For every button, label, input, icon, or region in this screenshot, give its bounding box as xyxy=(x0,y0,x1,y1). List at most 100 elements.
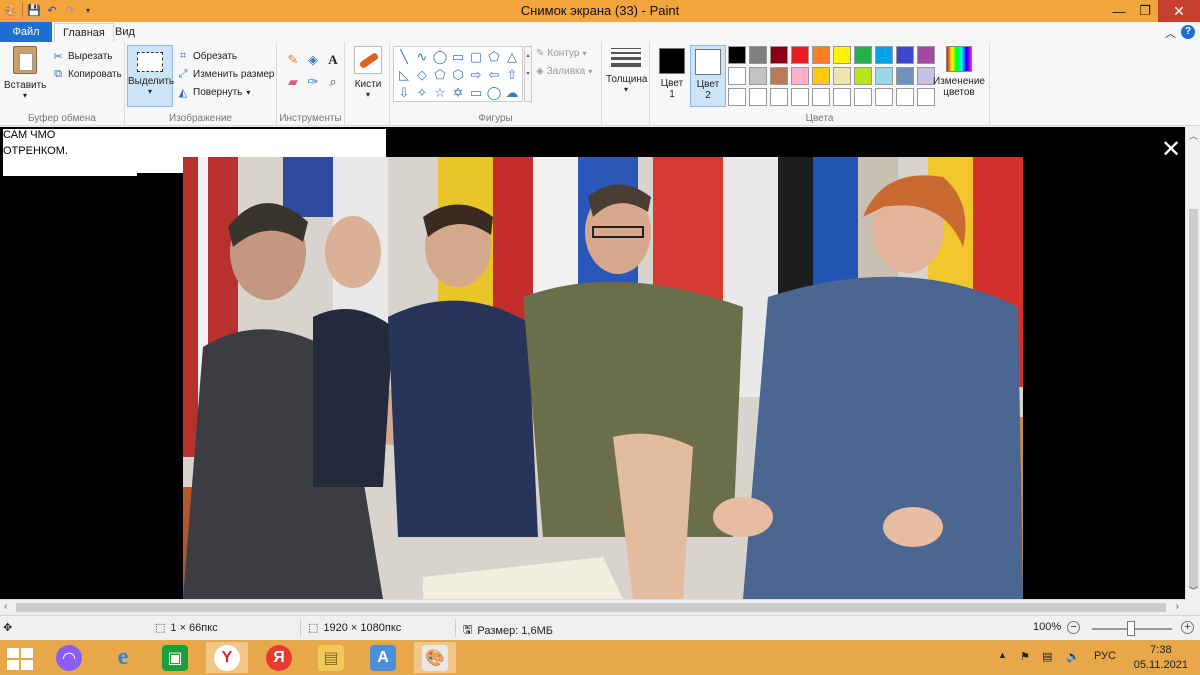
rounded-rectangle-shape-icon[interactable]: ▢ xyxy=(467,48,485,66)
outline-button[interactable]: ✎ Контур ▾ xyxy=(536,48,586,59)
scroll-down-icon[interactable]: ﹀ xyxy=(1186,584,1200,597)
oval-shape-icon[interactable]: ◯ xyxy=(431,48,449,66)
palette-color-swatch[interactable] xyxy=(896,46,914,64)
triangle-shape-icon[interactable]: △ xyxy=(503,48,521,66)
palette-color-swatch[interactable] xyxy=(791,46,809,64)
help-icon[interactable]: ? xyxy=(1181,25,1195,39)
tab-home[interactable]: Главная xyxy=(54,23,114,43)
yandex-browser-icon[interactable]: Y xyxy=(206,642,248,673)
viewer-close-icon[interactable]: ✕ xyxy=(1160,138,1182,162)
text-icon[interactable]: A xyxy=(325,52,341,68)
rotate-button[interactable]: ◭ Повернуть ▾ xyxy=(177,84,251,100)
diamond-shape-icon[interactable]: ◇ xyxy=(413,66,431,84)
horizontal-scroll-thumb[interactable] xyxy=(16,603,1166,612)
pentagon-shape-icon[interactable]: ⬠ xyxy=(431,66,449,84)
right-triangle-shape-icon[interactable]: ◺ xyxy=(395,66,413,84)
brushes-button[interactable]: Кисти ▾ xyxy=(351,46,385,99)
palette-color-swatch[interactable] xyxy=(749,46,767,64)
palette-color-swatch[interactable] xyxy=(770,46,788,64)
select-button[interactable]: Выделить ▾ xyxy=(127,45,174,107)
scroll-right-icon[interactable]: › xyxy=(1176,601,1179,612)
arrow-right-shape-icon[interactable]: ⇨ xyxy=(467,66,485,84)
minimize-button[interactable]: — xyxy=(1106,0,1132,22)
palette-color-swatch[interactable] xyxy=(812,67,830,85)
volume-icon[interactable]: 🔈 xyxy=(1066,650,1080,663)
palette-color-swatch[interactable] xyxy=(875,88,893,106)
shapes-scrollbar[interactable]: ▴ ▾ xyxy=(524,46,532,102)
fill-button[interactable]: ◈ Заливка ▾ xyxy=(536,66,592,77)
shapes-gallery[interactable]: ╲ ∿ ◯ ▭ ▢ ⬠ △ ◺ ◇ ⬠ ⬡ ⇨ ⇦ ⇧ ⇩ ✧ ☆ ✡ ▭ ◯ xyxy=(393,46,523,102)
palette-color-swatch[interactable] xyxy=(812,88,830,106)
palette-color-swatch[interactable] xyxy=(770,67,788,85)
palette-color-swatch[interactable] xyxy=(875,46,893,64)
palette-color-swatch[interactable] xyxy=(791,88,809,106)
palette-color-swatch[interactable] xyxy=(854,46,872,64)
copy-button[interactable]: ⧉ Копировать xyxy=(52,66,122,82)
crop-button[interactable]: ⌗ Обрезать xyxy=(177,48,237,64)
palette-color-swatch[interactable] xyxy=(728,67,746,85)
ie-icon[interactable]: e xyxy=(102,642,144,673)
network-icon[interactable]: ⚑ xyxy=(1020,650,1030,663)
rectangle-shape-icon[interactable]: ▭ xyxy=(449,48,467,66)
color2-button[interactable]: Цвет 2 xyxy=(690,45,726,107)
palette-color-swatch[interactable] xyxy=(791,67,809,85)
cut-button[interactable]: ✂ Вырезать xyxy=(52,48,112,64)
palette-color-swatch[interactable] xyxy=(854,88,872,106)
palette-color-swatch[interactable] xyxy=(854,67,872,85)
pencil-icon[interactable]: ✎ xyxy=(285,52,301,68)
palette-color-swatch[interactable] xyxy=(728,88,746,106)
eraser-icon[interactable]: ▰ xyxy=(285,74,301,90)
tab-file[interactable]: Файл xyxy=(0,22,52,42)
thickness-button[interactable]: Толщина ▾ xyxy=(606,48,647,94)
hexagon-shape-icon[interactable]: ⬡ xyxy=(449,66,467,84)
palette-color-swatch[interactable] xyxy=(749,67,767,85)
polygon-shape-icon[interactable]: ⬠ xyxy=(485,48,503,66)
palette-color-swatch[interactable] xyxy=(833,46,851,64)
vertical-scrollbar[interactable]: ︿ ﹀ xyxy=(1185,127,1200,599)
arrow-down-shape-icon[interactable]: ⇩ xyxy=(395,84,413,101)
color1-button[interactable]: Цвет 1 xyxy=(654,45,690,107)
star6-shape-icon[interactable]: ✡ xyxy=(449,84,467,101)
curve-shape-icon[interactable]: ∿ xyxy=(413,48,431,66)
paint-icon[interactable]: 🎨 xyxy=(414,642,456,673)
star5-shape-icon[interactable]: ☆ xyxy=(431,84,449,101)
vertical-scroll-thumb[interactable] xyxy=(1189,209,1198,589)
arrow-up-shape-icon[interactable]: ⇧ xyxy=(503,66,521,84)
store-icon[interactable]: ▣ xyxy=(154,642,196,673)
resize-button[interactable]: ⤢ Изменить размер xyxy=(177,66,275,82)
color-picker-icon[interactable]: ✑ xyxy=(305,74,321,90)
language-indicator[interactable]: РУС xyxy=(1094,650,1116,662)
callout-cloud-shape-icon[interactable]: ☁ xyxy=(503,84,521,101)
palette-color-swatch[interactable] xyxy=(770,88,788,106)
palette-color-swatch[interactable] xyxy=(812,46,830,64)
horizontal-scrollbar[interactable]: ‹ › xyxy=(0,599,1185,615)
palette-color-swatch[interactable] xyxy=(833,88,851,106)
zoom-out-button[interactable]: − xyxy=(1067,621,1080,634)
wordpad-icon[interactable]: A xyxy=(362,642,404,673)
palette-color-swatch[interactable] xyxy=(749,88,767,106)
scroll-left-icon[interactable]: ‹ xyxy=(4,601,7,612)
tray-expand-icon[interactable]: ▲ xyxy=(998,650,1007,660)
tab-view[interactable]: Вид xyxy=(107,22,143,42)
callout-rect-shape-icon[interactable]: ▭ xyxy=(467,84,485,101)
palette-color-swatch[interactable] xyxy=(728,46,746,64)
arrow-left-shape-icon[interactable]: ⇦ xyxy=(485,66,503,84)
explorer-icon[interactable]: ▤ xyxy=(310,642,352,673)
paste-button[interactable]: Вставить ▾ xyxy=(4,46,46,100)
palette-color-swatch[interactable] xyxy=(833,67,851,85)
maximize-button[interactable]: ❐ xyxy=(1132,0,1158,22)
line-shape-icon[interactable]: ╲ xyxy=(395,48,413,66)
zoom-slider-thumb[interactable] xyxy=(1127,621,1135,636)
canvas-area[interactable]: САМ ЧМО ОТРЕНКОМ. ✕ xyxy=(0,127,1185,599)
palette-color-swatch[interactable] xyxy=(875,67,893,85)
zoom-in-button[interactable]: + xyxy=(1181,621,1194,634)
clock[interactable]: 7:38 05.11.2021 xyxy=(1134,643,1188,673)
edit-colors-button[interactable]: Изменение цветов xyxy=(930,46,988,98)
callout-oval-shape-icon[interactable]: ◯ xyxy=(485,84,503,101)
fill-bucket-icon[interactable]: ◈ xyxy=(305,52,321,68)
alice-icon[interactable]: ◠ xyxy=(48,642,90,673)
close-button[interactable]: ✕ xyxy=(1158,0,1200,22)
palette-color-swatch[interactable] xyxy=(896,88,914,106)
notifications-icon[interactable]: ▤ xyxy=(1042,650,1052,663)
collapse-ribbon-icon[interactable]: ︿ xyxy=(1165,25,1176,41)
